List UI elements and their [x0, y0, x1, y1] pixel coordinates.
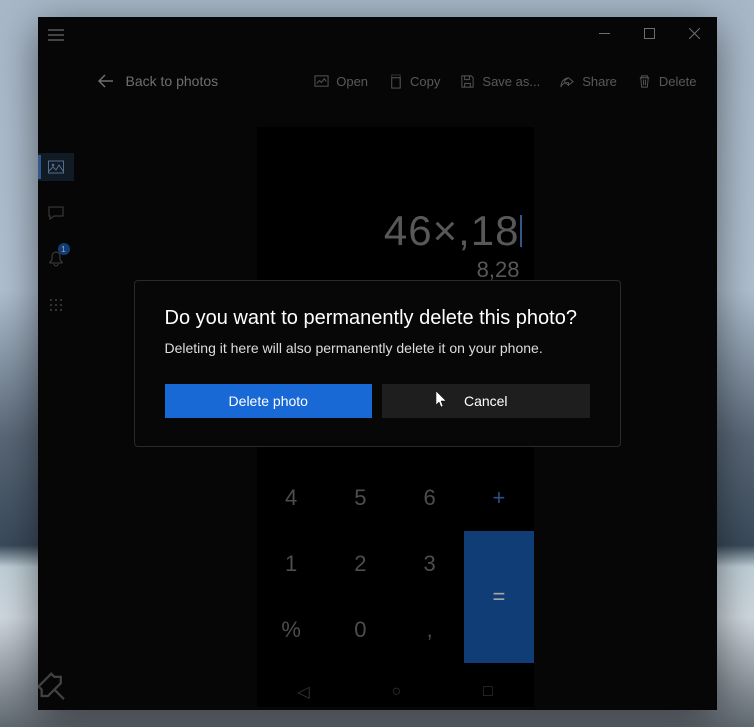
mouse-cursor-icon: [436, 391, 448, 409]
delete-photo-button[interactable]: Delete photo: [165, 384, 373, 418]
dialog-title: Do you want to permanently delete this p…: [165, 307, 590, 330]
delete-confirmation-dialog: Do you want to permanently delete this p…: [134, 280, 621, 447]
app-window: 1 Back to photos Open Copy: [38, 17, 717, 710]
dialog-body: Deleting it here will also permanently d…: [165, 340, 590, 356]
modal-overlay: Do you want to permanently delete this p…: [38, 17, 717, 710]
cancel-button[interactable]: Cancel: [382, 384, 590, 418]
dialog-buttons: Delete photo Cancel: [165, 384, 590, 418]
